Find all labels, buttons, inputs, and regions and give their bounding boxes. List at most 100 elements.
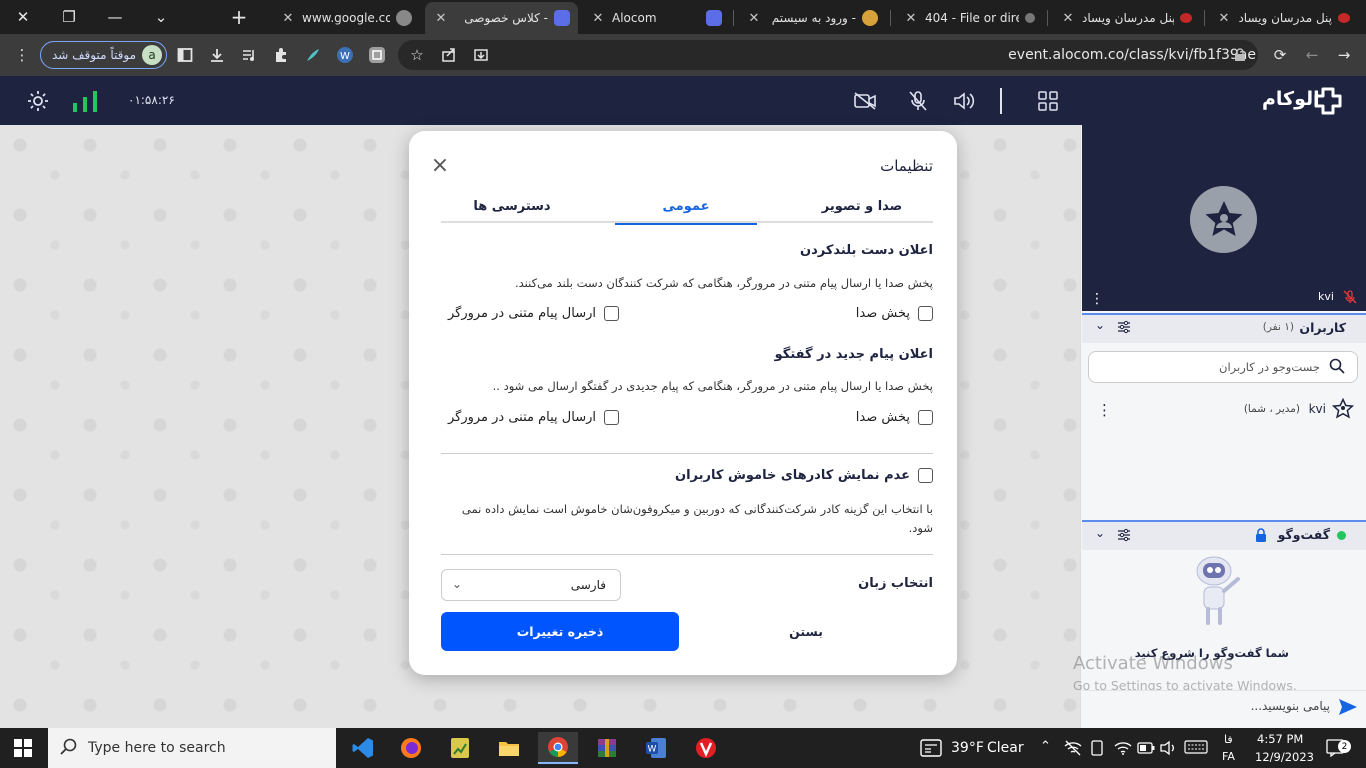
- chevron-down-icon[interactable]: ⌄: [1095, 318, 1105, 332]
- weather-text[interactable]: Clear: [987, 740, 1024, 756]
- hide-muted-option[interactable]: عدم نمایش کادرهای خاموش کاربران: [675, 468, 933, 483]
- chevron-down-icon[interactable]: ⌄: [1095, 526, 1105, 540]
- taskbar-search-input[interactable]: Type here to search: [48, 728, 336, 768]
- tab-close-icon[interactable]: ✕: [1216, 11, 1232, 26]
- tab-close-icon[interactable]: ✕: [903, 11, 919, 26]
- new-message-browser-checkbox[interactable]: [604, 410, 619, 425]
- download-icon[interactable]: [205, 43, 229, 67]
- extension-feather-icon[interactable]: [301, 43, 325, 67]
- volume-icon[interactable]: [1160, 740, 1178, 759]
- raise-hand-browser-option[interactable]: ارسال پیام متنی در مرورگر: [448, 306, 619, 321]
- raise-hand-desc: پخش صدا یا ارسال پیام متنی در مرورگر، هن…: [514, 276, 933, 290]
- tab-close-icon[interactable]: ✕: [590, 11, 606, 26]
- tab-visad-1[interactable]: ✕ پنل مدرسان ویساد: [1052, 2, 1200, 34]
- close-icon[interactable]: ×: [429, 155, 451, 177]
- mic-off-red-icon: [1343, 290, 1357, 307]
- extension-wordpress-icon[interactable]: W: [333, 43, 357, 67]
- profile-button[interactable]: موقتاً متوقف شد a: [40, 41, 167, 69]
- input-language-top[interactable]: فا: [1224, 733, 1233, 746]
- tab-search-icon[interactable]: ⌄: [138, 0, 184, 34]
- users-header-title: کاربران: [1299, 320, 1346, 335]
- spreadsheet-app-icon[interactable]: [440, 732, 480, 764]
- user-options-icon[interactable]: ⋮: [1097, 401, 1112, 419]
- new-message-sound-option[interactable]: پخش صدا: [856, 410, 933, 425]
- user-list-name: kvi: [1308, 402, 1326, 416]
- send-icon[interactable]: [1338, 698, 1358, 719]
- wifi-icon[interactable]: [1114, 740, 1132, 759]
- clock-date[interactable]: 12/9/2023: [1255, 750, 1314, 764]
- new-message-browser-option[interactable]: ارسال پیام متنی در مرورگر: [448, 410, 619, 425]
- microphone-off-icon[interactable]: [905, 88, 931, 114]
- extensions-icon[interactable]: [269, 43, 293, 67]
- file-explorer-icon[interactable]: [489, 732, 529, 764]
- tab-general[interactable]: عمومی: [615, 189, 757, 225]
- camera-off-icon[interactable]: [852, 88, 878, 114]
- tab-close-icon[interactable]: ✕: [746, 11, 762, 26]
- tab-audio-video[interactable]: صدا و تصویر: [791, 189, 933, 223]
- menu-dots-icon[interactable]: ⋮: [10, 43, 34, 67]
- dialog-title: تنظیمات: [880, 157, 933, 175]
- battery-icon[interactable]: [1137, 742, 1155, 757]
- speaker-icon[interactable]: [951, 88, 977, 114]
- search-icon[interactable]: [1329, 358, 1345, 377]
- weather-temp[interactable]: 39°F: [951, 740, 984, 756]
- save-button[interactable]: ذخیره تغییرات: [441, 612, 679, 651]
- tab-login[interactable]: ✕ ورود به سیستم -: [738, 2, 886, 34]
- chevron-up-icon[interactable]: ⌃: [1040, 739, 1051, 754]
- news-widget-icon[interactable]: [920, 739, 942, 760]
- language-select[interactable]: فارسی ⌄: [441, 569, 621, 601]
- close-button[interactable]: بستن: [687, 612, 925, 651]
- vscode-app-icon[interactable]: [343, 732, 383, 764]
- raise-hand-sound-checkbox[interactable]: [918, 306, 933, 321]
- device-icon[interactable]: [1090, 740, 1104, 759]
- tab-close-icon[interactable]: ✕: [280, 11, 296, 26]
- tab-close-icon[interactable]: ✕: [433, 11, 449, 26]
- minimize-window-icon[interactable]: —: [92, 0, 138, 34]
- chrome-app-icon[interactable]: [538, 732, 578, 764]
- app-header: [0, 76, 1366, 125]
- firefox-app-icon[interactable]: [391, 732, 431, 764]
- participant-avatar: [1190, 186, 1257, 253]
- loading-icon: [1025, 13, 1035, 23]
- new-tab-button[interactable]: +: [216, 0, 262, 34]
- input-language-bottom[interactable]: FA: [1222, 750, 1235, 763]
- extension-box-icon[interactable]: [365, 43, 389, 67]
- tab-visad-2[interactable]: ✕ پنل مدرسان ویساد: [1208, 2, 1358, 34]
- keyboard-icon[interactable]: [1184, 740, 1208, 757]
- clock-time[interactable]: 4:57 PM: [1257, 732, 1303, 746]
- url-text[interactable]: event.alocom.co/class/kvi/fb1f39ae: [1008, 47, 1256, 63]
- network-off-icon[interactable]: [1064, 740, 1082, 759]
- lock-icon[interactable]: [1228, 43, 1252, 67]
- checkbox-label: ارسال پیام متنی در مرورگر: [447, 306, 596, 321]
- tab-permissions[interactable]: دسترسی ها: [441, 189, 583, 223]
- windows-start-icon[interactable]: [14, 739, 32, 760]
- lock-icon[interactable]: [1254, 527, 1268, 546]
- reload-icon[interactable]: ⟳: [1268, 43, 1292, 67]
- tab-404[interactable]: ✕ 404 - File or dire: [895, 2, 1043, 34]
- word-app-icon[interactable]: W: [636, 732, 676, 764]
- hide-muted-checkbox[interactable]: [918, 468, 933, 483]
- share-icon[interactable]: [437, 43, 461, 67]
- tab-close-icon[interactable]: ✕: [1060, 11, 1076, 26]
- raise-hand-browser-checkbox[interactable]: [604, 306, 619, 321]
- side-panel-icon[interactable]: [173, 43, 197, 67]
- close-window-icon[interactable]: ✕: [0, 0, 46, 34]
- tab-google[interactable]: ✕ www.google.com: [272, 2, 420, 34]
- tab-private-class[interactable]: ✕ کلاس خصوصی -: [425, 2, 578, 34]
- install-app-icon[interactable]: [469, 43, 493, 67]
- tile-menu-icon[interactable]: ⋮: [1090, 291, 1104, 307]
- forward-arrow-icon[interactable]: ←: [1300, 43, 1324, 67]
- bookmark-star-icon[interactable]: ☆: [405, 43, 429, 67]
- settings-gear-icon[interactable]: [25, 88, 51, 114]
- restore-window-icon[interactable]: ❐: [46, 0, 92, 34]
- layout-grid-icon[interactable]: [1035, 88, 1061, 114]
- app-v-icon[interactable]: [686, 732, 726, 764]
- filter-sliders-icon[interactable]: [1117, 528, 1131, 545]
- media-control-icon[interactable]: [237, 43, 261, 67]
- raise-hand-sound-option[interactable]: پخش صدا: [856, 306, 933, 321]
- tab-alocom[interactable]: ✕ Alocom: [582, 2, 730, 34]
- new-message-sound-checkbox[interactable]: [918, 410, 933, 425]
- filter-sliders-icon[interactable]: [1117, 320, 1131, 337]
- back-arrow-icon[interactable]: →: [1332, 43, 1356, 67]
- winrar-app-icon[interactable]: [587, 732, 627, 764]
